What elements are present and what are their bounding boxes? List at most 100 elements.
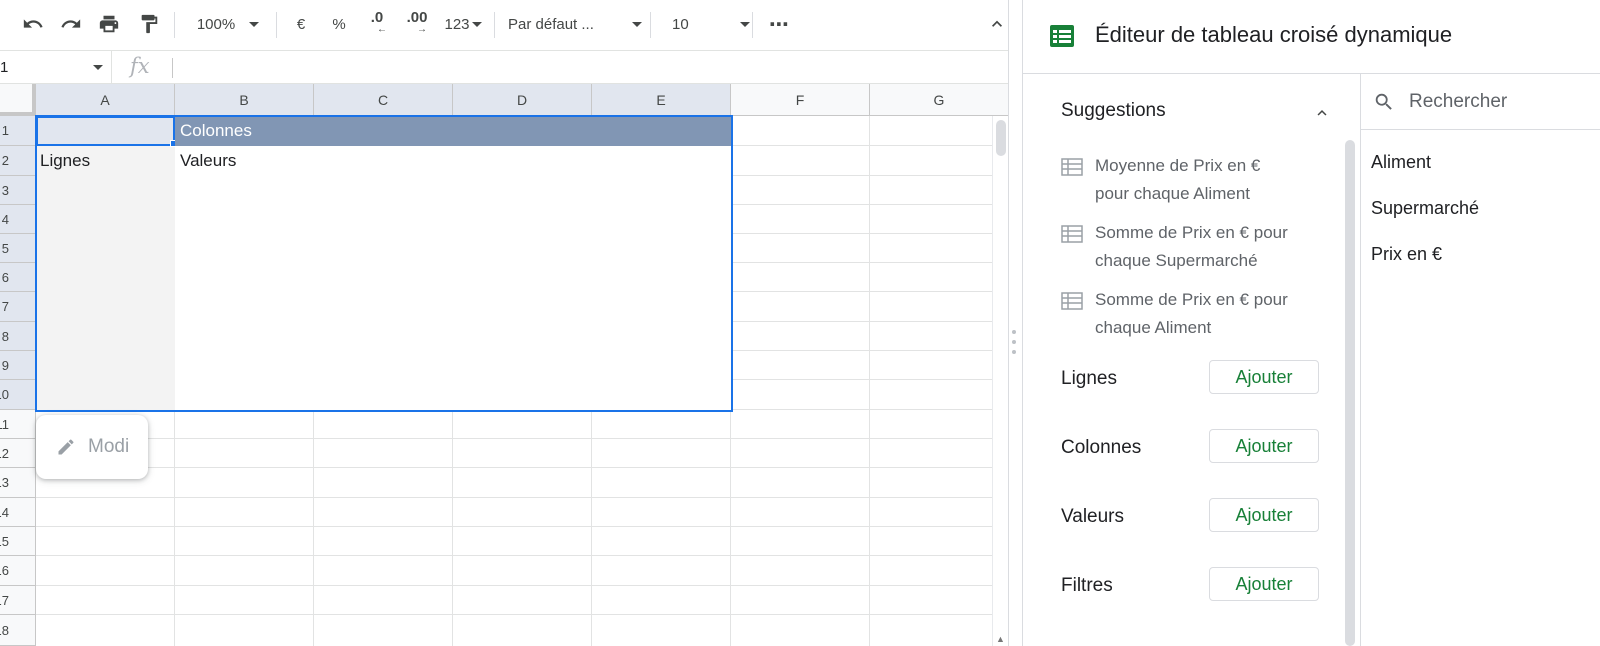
column-header-label: C [377,91,389,108]
row-header-18[interactable]: 18 [0,615,36,646]
chevron-down-icon [471,21,482,27]
zoom-select[interactable]: 100% [186,10,270,38]
percent-format-button[interactable]: % [326,10,352,38]
row-header-8[interactable]: 8 [0,322,36,351]
row-header-label: 12 [0,445,9,461]
drag-dot [1012,340,1016,344]
pivot-table-icon [1050,25,1074,47]
row-header-label: 8 [1,328,9,344]
cell-a2[interactable]: Lignes [40,147,90,175]
row-header-16[interactable]: 16 [0,556,36,586]
row-header-label: 9 [1,357,9,373]
arrow-right-icon: → [417,24,427,35]
add-columns-button[interactable]: Ajouter [1209,429,1319,463]
currency-label: € [296,15,306,33]
cell-a2-text: Lignes [40,151,91,170]
font-size-select[interactable]: 10 [664,10,750,38]
column-header-g[interactable]: G [870,84,1008,116]
vertical-scrollbar[interactable]: ▲ [992,116,1008,646]
row-header-label: 10 [0,387,9,402]
row-header-label: 18 [0,622,9,638]
formula-input[interactable] [180,51,1010,83]
undo-icon[interactable] [18,10,48,38]
column-header-e[interactable]: E [592,84,731,116]
cell-b2[interactable]: Valeurs [180,147,236,175]
row-header-label: 3 [1,182,9,198]
suggestion-text: Moyenne de Prix en € [1095,156,1261,175]
spreadsheet-grid: A B C D E F G 1 2 3 4 5 6 7 8 9 10 11 12… [0,84,1008,646]
row-header-label: 14 [0,504,9,520]
row-header-14[interactable]: 14 [0,498,36,527]
row-header-label: 11 [0,416,9,432]
column-header-f[interactable]: F [731,84,870,116]
add-filters-button[interactable]: Ajouter [1209,567,1319,601]
redo-icon[interactable] [56,10,86,38]
row-header-label: 16 [0,563,9,578]
chevron-down-icon [632,21,642,27]
column-header-label: F [795,91,805,108]
panel-resize-handle[interactable] [1008,0,1022,646]
row-header-1[interactable]: 1 [0,116,36,146]
config-scrollbar[interactable] [1345,140,1355,646]
arrow-left-icon: ← [377,24,387,35]
search-input[interactable]: Rechercher [1409,91,1507,113]
increase-decimal-button[interactable]: .00 → [400,10,434,38]
toolbar-divider [276,12,277,38]
field-item[interactable]: Aliment [1371,152,1431,173]
column-header-label: A [100,91,110,108]
cell-b1[interactable]: Colonnes [175,116,732,146]
field-item[interactable]: Supermarché [1371,198,1479,219]
suggestions-heading: Suggestions [1061,100,1166,121]
chevron-down-icon [93,64,103,70]
row-header-4[interactable]: 4 [0,205,36,234]
name-box[interactable]: 1 [0,51,112,83]
table-icon [1061,225,1083,243]
add-rows-button[interactable]: Ajouter [1209,360,1319,394]
select-all-corner[interactable] [0,84,36,116]
row-header-9[interactable]: 9 [0,351,36,380]
field-search[interactable]: Rechercher [1361,74,1600,130]
decrease-decimal-button[interactable]: .0 ← [362,10,392,38]
column-header-a[interactable]: A [36,84,175,116]
toolbar-divider [650,12,651,38]
edit-pivot-chip[interactable]: Modi [36,415,148,479]
print-icon[interactable] [94,10,124,38]
suggestion-item[interactable]: Somme de Prix en € pour chaque Supermarch… [1061,219,1341,275]
suggestion-text: pour chaque Aliment [1095,184,1250,203]
currency-format-button[interactable]: € [288,10,314,38]
column-header-b[interactable]: B [175,84,314,116]
row-header-label: 1 [1,123,9,138]
app-window: 100% € % .0 ← .00 → 123 Par défaut ... 1 [0,0,1600,646]
row-header-2[interactable]: 2 [0,146,36,176]
cell-a1-selected[interactable] [36,116,175,146]
paint-format-icon[interactable] [134,10,164,38]
field-item[interactable]: Prix en € [1371,244,1442,265]
more-options-icon[interactable]: ⋯ [764,10,794,38]
pivot-row-labels-area [36,146,175,410]
row-header-11[interactable]: 11 [0,410,36,439]
suggestion-item[interactable]: Somme de Prix en € pour chaque Aliment [1061,286,1341,342]
more-formats-label: 123 [444,15,470,33]
row-header-13[interactable]: 13 [0,468,36,498]
row-header-6[interactable]: 6 [0,263,36,292]
row-header-label: 7 [1,299,9,314]
row-header-3[interactable]: 3 [0,176,36,205]
row-header-label: 6 [1,269,9,285]
more-formats-button[interactable]: 123 [440,10,486,38]
chevron-up-icon[interactable] [1313,104,1331,127]
column-header-c[interactable]: C [314,84,453,116]
row-header-5[interactable]: 5 [0,234,36,263]
row-header-15[interactable]: 15 [0,527,36,556]
add-values-button[interactable]: Ajouter [1209,498,1319,532]
scrollbar-thumb[interactable] [996,120,1006,156]
suggestion-text: chaque Aliment [1095,318,1212,337]
suggestion-item[interactable]: Moyenne de Prix en € pour chaque Aliment [1061,152,1341,208]
row-header-12[interactable]: 12 [0,439,36,468]
row-header-7[interactable]: 7 [0,292,36,322]
row-header-17[interactable]: 17 [0,586,36,615]
gridline [36,585,996,586]
scroll-up-arrow-icon[interactable]: ▲ [996,634,1005,644]
column-header-d[interactable]: D [453,84,592,116]
row-header-10[interactable]: 10 [0,380,36,410]
font-select[interactable]: Par défaut ... [508,10,642,38]
